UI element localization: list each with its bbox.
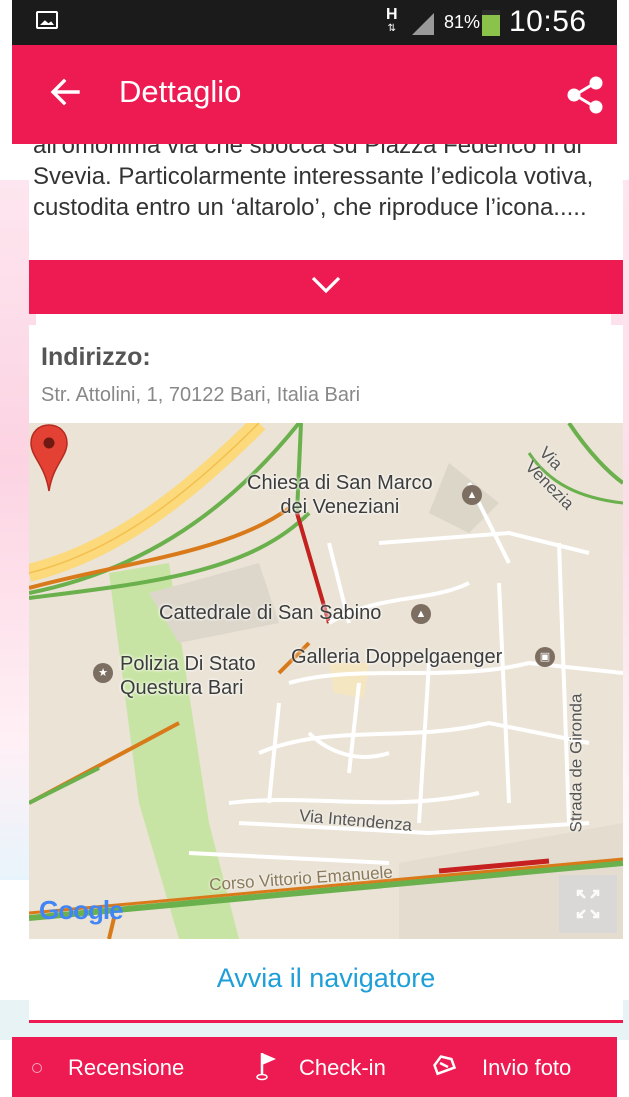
map-label-cattedrale[interactable]: Cattedrale di San Sabino <box>159 601 381 625</box>
checkin-button[interactable]: Check-in <box>299 1055 386 1081</box>
church-icon: ▲ <box>462 485 482 505</box>
google-logo-text: Google <box>39 895 124 925</box>
map-label-san-marco[interactable]: Chiesa di San Marco dei Veneziani <box>247 471 433 519</box>
description-text: all'omonima via che sbocca su Piazza Fed… <box>33 144 594 221</box>
review-icon <box>32 1063 42 1073</box>
signal-strength-icon <box>412 13 434 35</box>
arrow-back-icon[interactable] <box>50 77 80 107</box>
map-label-polizia[interactable]: Polizia Di Stato Questura Bari <box>120 652 256 700</box>
navigator-card: Avvia il navigatore <box>29 939 623 1023</box>
address-label: Indirizzo: <box>41 343 151 371</box>
google-logo: Google <box>39 895 124 926</box>
share-icon[interactable] <box>565 75 605 115</box>
street-label-strada-gironda: Strada de Gironda <box>566 693 586 833</box>
battery-percent: 81% <box>444 12 481 32</box>
clock: 10:56 <box>509 5 587 38</box>
chevron-down-icon <box>311 276 341 294</box>
address-card: Indirizzo: Str. Attolini, 1, 70122 Bari,… <box>29 325 623 423</box>
address-value: Str. Attolini, 1, 70122 Bari, Italia Bar… <box>41 384 361 406</box>
map-label-galleria[interactable]: Galleria Doppelgaenger <box>291 645 502 669</box>
map-view[interactable]: Chiesa di San Marco dei Veneziani ▲ Catt… <box>29 423 623 939</box>
description-card: all'omonima via che sbocca su Piazza Fed… <box>29 144 623 260</box>
checkin-flag-icon <box>256 1053 276 1081</box>
start-navigator-button[interactable]: Avvia il navigatore <box>29 963 623 994</box>
gallery-icon: ▣ <box>535 647 555 667</box>
send-photo-icon <box>433 1055 456 1076</box>
app-bar: Dettaglio <box>12 45 617 144</box>
network-type-icon: H ⇅ <box>386 6 398 35</box>
church-icon: ▲ <box>411 604 431 624</box>
battery-fill <box>482 14 500 36</box>
police-icon: ★ <box>93 663 113 683</box>
battery-icon <box>482 10 500 36</box>
page-title: Dettaglio <box>119 74 242 109</box>
bottom-action-bar: Recensione Check-in Invio foto <box>12 1037 617 1097</box>
expand-description-button[interactable] <box>29 260 623 314</box>
review-button[interactable]: Recensione <box>68 1055 184 1081</box>
image-notification-icon <box>36 11 58 29</box>
status-bar: H ⇅ 81% 10:56 <box>12 0 617 45</box>
send-photo-button[interactable]: Invio foto <box>482 1055 571 1081</box>
map-pin-icon[interactable] <box>29 423 69 493</box>
fullscreen-icon[interactable] <box>559 875 617 933</box>
